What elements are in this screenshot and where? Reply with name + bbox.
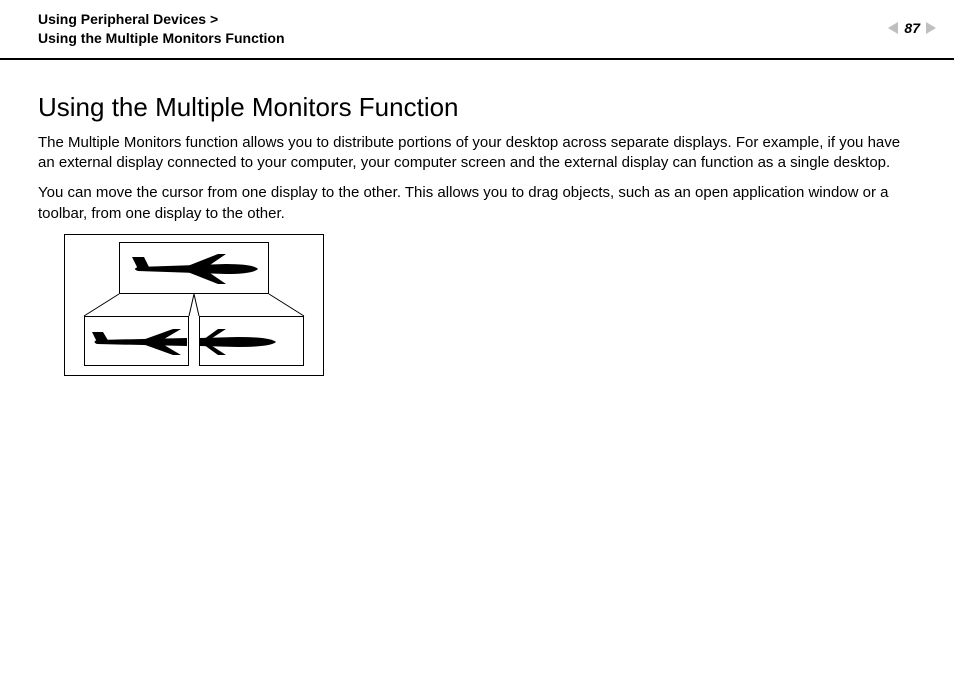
page-navigator: 87 <box>888 10 936 36</box>
breadcrumb: Using Peripheral Devices > Using the Mul… <box>38 10 285 48</box>
airplane-left-half-icon <box>91 327 187 357</box>
document-page: Using Peripheral Devices > Using the Mul… <box>0 0 954 674</box>
multiple-monitors-illustration <box>54 234 344 384</box>
breadcrumb-current: Using the Multiple Monitors Function <box>38 30 285 46</box>
next-page-arrow-icon[interactable] <box>926 22 936 34</box>
top-window-panel <box>119 242 269 294</box>
page-number: 87 <box>902 20 922 36</box>
bottom-left-window-panel <box>84 316 189 366</box>
page-title: Using the Multiple Monitors Function <box>38 92 916 123</box>
chevron-right-icon: > <box>210 11 218 27</box>
page-content: Using the Multiple Monitors Function The… <box>0 60 954 384</box>
breadcrumb-parent: Using Peripheral Devices <box>38 11 206 27</box>
previous-page-arrow-icon[interactable] <box>888 22 898 34</box>
bottom-right-window-panel <box>199 316 304 366</box>
airplane-right-half-icon <box>200 327 280 357</box>
page-header: Using Peripheral Devices > Using the Mul… <box>0 0 954 60</box>
paragraph: The Multiple Monitors function allows yo… <box>38 133 916 174</box>
airplane-icon <box>130 251 260 287</box>
paragraph: You can move the cursor from one display… <box>38 183 916 224</box>
